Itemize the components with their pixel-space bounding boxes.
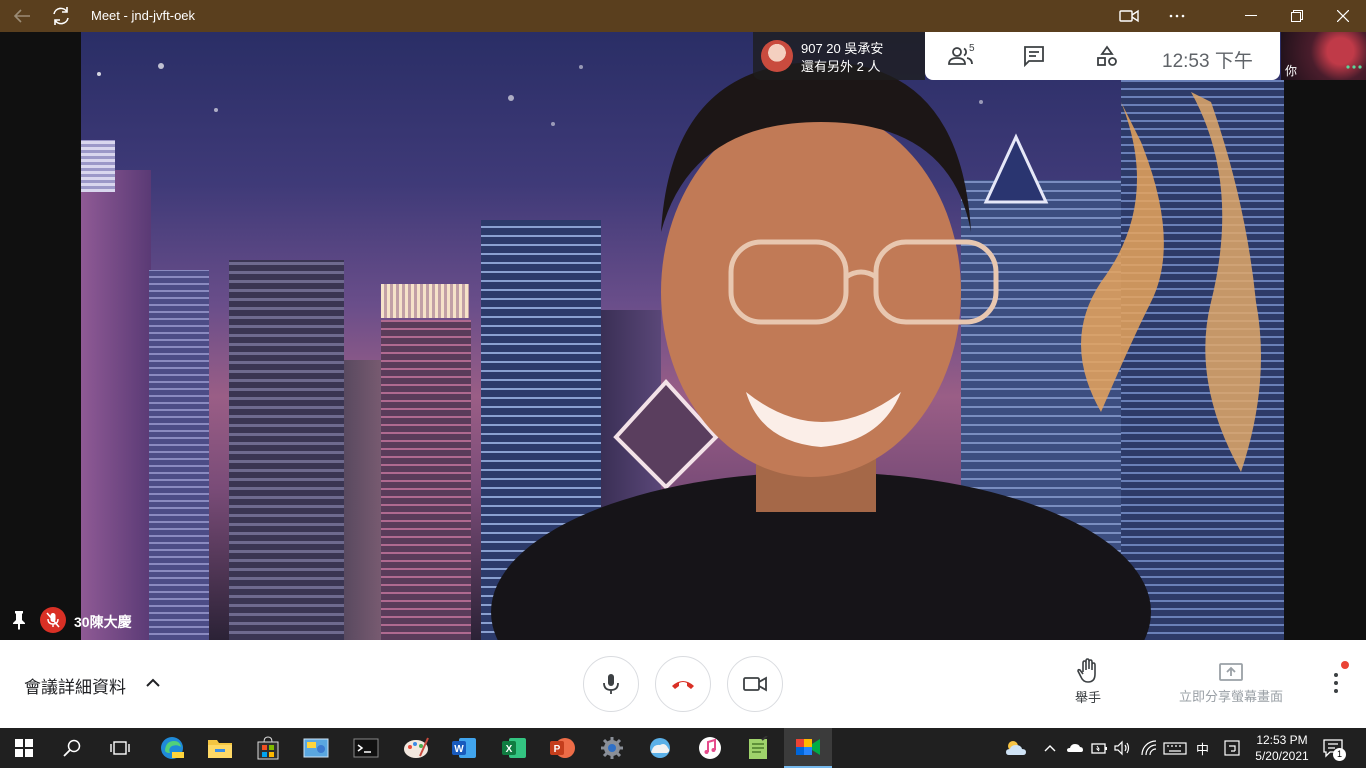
raise-hand-label: 舉手 bbox=[1074, 690, 1101, 705]
notepad-icon[interactable] bbox=[734, 728, 782, 768]
powerpoint-icon[interactable]: P bbox=[538, 728, 586, 768]
camera-toggle-icon[interactable] bbox=[1106, 0, 1152, 32]
mic-off-icon bbox=[40, 607, 66, 633]
onedrive-icon[interactable] bbox=[1066, 739, 1084, 757]
google-meet-icon[interactable] bbox=[784, 728, 832, 768]
weather-cloud-icon[interactable] bbox=[1004, 739, 1028, 757]
keyboard-icon[interactable] bbox=[1163, 739, 1187, 757]
share-screen-button[interactable]: 立即分享螢幕畫面 bbox=[1175, 662, 1287, 705]
wifi-icon[interactable] bbox=[1140, 739, 1158, 757]
meeting-details-label[interactable]: 會議詳細資料 bbox=[24, 673, 126, 698]
hand-icon bbox=[1077, 658, 1096, 683]
end-call-icon bbox=[672, 681, 694, 689]
skyline-building bbox=[381, 284, 469, 318]
raise-hand-button[interactable]: 舉手 bbox=[1062, 658, 1114, 706]
presenter-name: 907 20 吳承安 bbox=[801, 41, 884, 56]
control-panel-icon[interactable] bbox=[292, 728, 340, 768]
self-view-tile[interactable]: 你 bbox=[1281, 32, 1366, 80]
presenter-chip[interactable]: 907 20 吳承安 還有另外 2 人 bbox=[753, 32, 925, 80]
search-icon[interactable] bbox=[48, 728, 96, 768]
windows-taskbar: W X P 中 12:53 PM 5/20/2021 1 bbox=[0, 728, 1366, 768]
system-date: 5/20/2021 bbox=[1255, 749, 1309, 763]
notification-count-badge: 1 bbox=[1333, 748, 1346, 761]
minimize-button[interactable] bbox=[1228, 0, 1274, 32]
terminal-icon[interactable] bbox=[342, 728, 390, 768]
store-icon[interactable] bbox=[244, 728, 292, 768]
window-title: Meet - jnd-jvft-oek bbox=[91, 8, 196, 23]
speaker-name-label: 30陳大慶 bbox=[74, 614, 132, 630]
present-screen-icon bbox=[1219, 663, 1243, 681]
video-camera-icon bbox=[743, 676, 767, 692]
presenter-avatar bbox=[761, 40, 793, 72]
presenter-others: 還有另外 2 人 bbox=[801, 59, 881, 74]
chevron-up-icon[interactable] bbox=[144, 674, 162, 692]
restore-button[interactable] bbox=[1274, 0, 1320, 32]
svg-text:P: P bbox=[554, 744, 561, 755]
system-time: 12:53 PM bbox=[1256, 733, 1308, 747]
ime-mode-indicator[interactable]: 中 bbox=[1196, 739, 1209, 758]
word-icon[interactable]: W bbox=[440, 728, 488, 768]
paint-icon[interactable] bbox=[392, 728, 440, 768]
excel-icon[interactable]: X bbox=[490, 728, 538, 768]
volume-icon[interactable] bbox=[1113, 739, 1131, 757]
more-vert-icon[interactable] bbox=[1326, 670, 1346, 696]
chat-icon[interactable] bbox=[1020, 42, 1048, 70]
activities-icon[interactable] bbox=[1093, 42, 1121, 70]
system-clock[interactable]: 12:53 PM 5/20/2021 bbox=[1252, 732, 1312, 764]
close-button[interactable] bbox=[1320, 0, 1366, 32]
self-label: 你 bbox=[1285, 64, 1298, 78]
notification-dot bbox=[1341, 661, 1349, 669]
settings-gear-icon[interactable] bbox=[588, 728, 636, 768]
meeting-toolbar: 5 12:53 下午 bbox=[925, 32, 1280, 80]
battery-icon[interactable] bbox=[1090, 739, 1108, 757]
flame-effect bbox=[1081, 92, 1261, 472]
start-icon[interactable] bbox=[0, 728, 48, 768]
ime-layout-icon[interactable] bbox=[1223, 739, 1241, 757]
file-explorer-icon[interactable] bbox=[196, 728, 244, 768]
people-count: 5 bbox=[969, 43, 975, 54]
meeting-clock: 12:53 下午 bbox=[1162, 51, 1253, 72]
skyline-building bbox=[149, 270, 209, 640]
mic-icon bbox=[603, 674, 619, 694]
skyline-building bbox=[229, 260, 344, 640]
chevron-up-tray-icon[interactable] bbox=[1043, 739, 1057, 757]
title-bar: Meet - jnd-jvft-oek bbox=[0, 0, 1366, 32]
camera-button[interactable] bbox=[727, 656, 783, 712]
share-screen-label: 立即分享螢幕畫面 bbox=[1178, 689, 1283, 704]
svg-text:X: X bbox=[506, 744, 513, 755]
refresh-icon[interactable] bbox=[50, 5, 72, 27]
more-horiz-icon[interactable] bbox=[1154, 0, 1200, 32]
mic-button[interactable] bbox=[583, 656, 639, 712]
skyline-building bbox=[344, 360, 384, 640]
end-call-button[interactable] bbox=[655, 656, 711, 712]
svg-text:W: W bbox=[454, 744, 464, 755]
skyline-building bbox=[81, 140, 115, 192]
task-view-icon[interactable] bbox=[96, 728, 144, 768]
speaker-video bbox=[81, 32, 1284, 640]
skyline-building bbox=[81, 170, 151, 640]
more-dots-icon[interactable] bbox=[1346, 62, 1362, 72]
pin-icon[interactable] bbox=[10, 610, 28, 630]
bottom-control-bar: 會議詳細資料 舉手 立即分享螢幕畫面 bbox=[0, 640, 1366, 728]
main-stage: 30陳大慶 bbox=[0, 32, 1366, 640]
back-arrow-icon[interactable] bbox=[10, 6, 34, 26]
edge-browser-icon[interactable] bbox=[148, 728, 196, 768]
itunes-icon[interactable] bbox=[686, 728, 734, 768]
weather-app-icon[interactable] bbox=[636, 728, 684, 768]
skyline-building bbox=[381, 320, 471, 640]
